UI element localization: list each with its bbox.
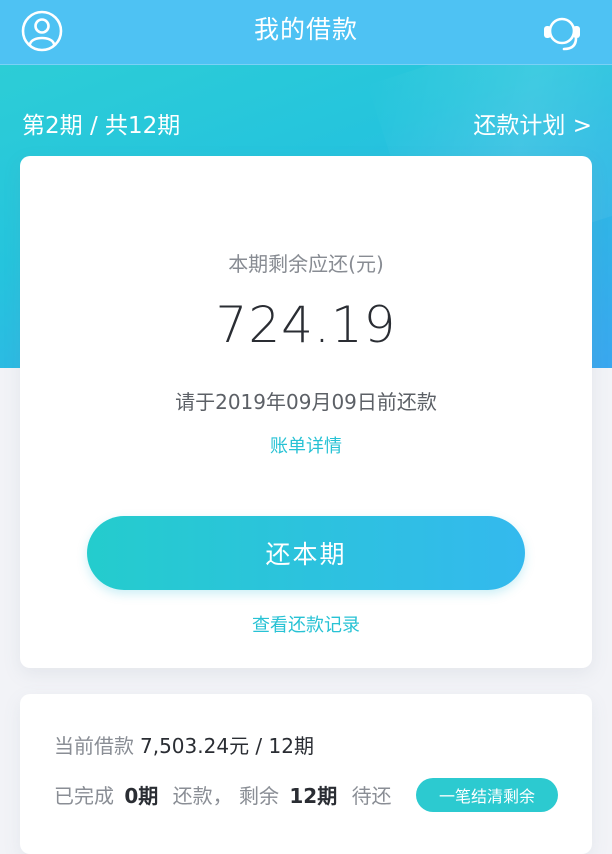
pay-current-period-button[interactable]: 还本期 [87, 516, 525, 590]
repayment-record-link[interactable]: 查看还款记录 [20, 611, 592, 637]
current-loan-value: 7,503.24元 / 12期 [140, 734, 314, 758]
remaining-amount-value: 724.19 [215, 296, 397, 354]
customer-service-headset-icon[interactable] [540, 9, 584, 53]
settle-all-button[interactable]: 一笔结清剩余 [416, 778, 558, 812]
current-loan-label: 当前借款 [54, 734, 134, 758]
repayment-plan-link[interactable]: 还款计划 > [473, 106, 592, 140]
current-loan-row: 当前借款 7,503.24元 / 12期 [54, 730, 314, 759]
navbar: 我的借款 [0, 0, 612, 65]
current-bill-card: 本期剩余应还(元) 724.19 请于2019年09月09日前还款 账单详情 还… [20, 156, 592, 668]
progress-row: 已完成 0期 还款， 剩余 12期 待还 [54, 780, 392, 809]
due-date-text: 请于2019年09月09日前还款 [175, 390, 437, 414]
period-indicator: 第2期 / 共12期 [22, 113, 181, 139]
repaid-label: 还款， [172, 784, 233, 808]
completed-label: 已完成 [54, 784, 114, 808]
remaining-label: 剩余 [239, 784, 279, 808]
remaining-amount-label: 本期剩余应还(元) [228, 252, 384, 276]
page-title: 我的借款 [253, 15, 358, 44]
remaining-periods-value: 12期 [289, 784, 338, 808]
pending-label: 待还 [351, 784, 392, 808]
bill-detail-link[interactable]: 账单详情 [20, 432, 592, 458]
loan-summary-card: 当前借款 7,503.24元 / 12期 已完成 0期 还款， 剩余 12期 待还… [20, 694, 592, 854]
completed-value: 0期 [124, 784, 159, 808]
